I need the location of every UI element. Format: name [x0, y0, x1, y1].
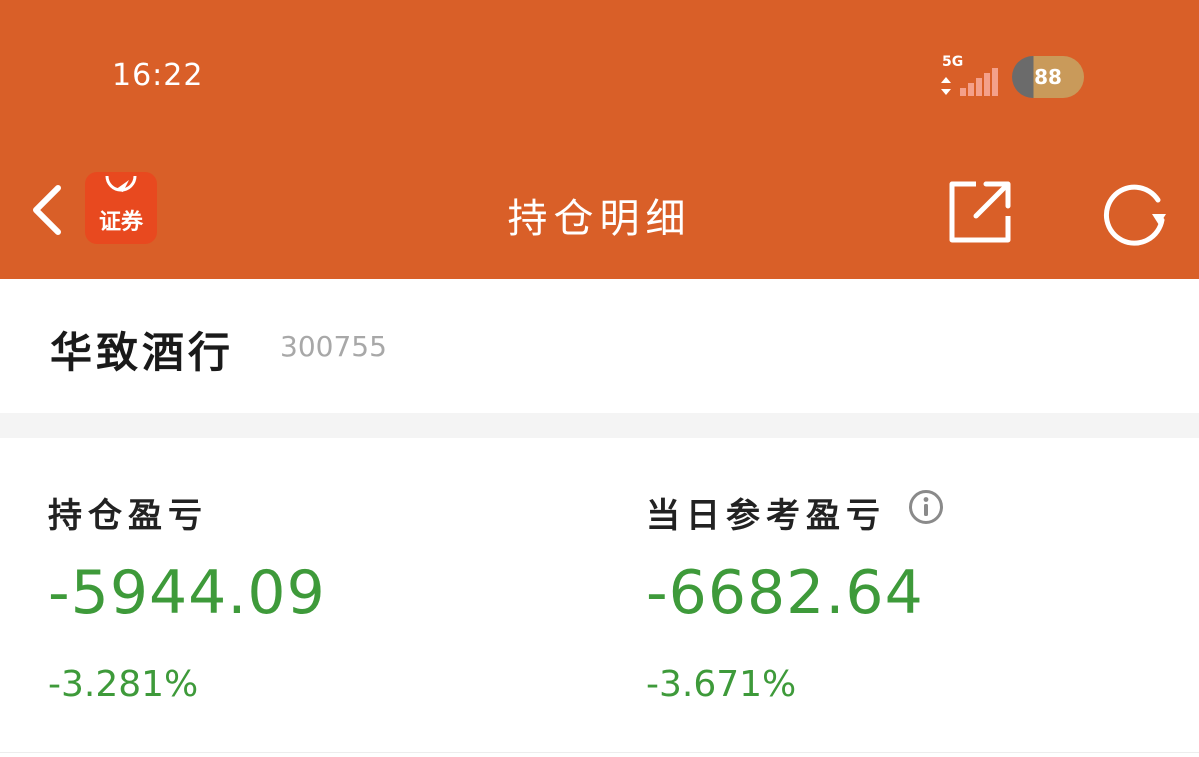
status-time: 16:22 — [112, 58, 204, 93]
data-arrows-icon — [941, 77, 951, 95]
section-divider — [0, 413, 1199, 438]
app-header: 16:22 5G 88 证券 持仓明细 — [0, 0, 1199, 279]
info-icon[interactable] — [908, 489, 944, 525]
holding-pl-value: -5944.09 — [48, 558, 326, 628]
daily-pl-value: -6682.64 — [646, 558, 924, 628]
holding-pl-label: 持仓盈亏 — [48, 496, 208, 536]
holding-pl-percent: -3.281% — [48, 664, 199, 705]
bottom-divider — [0, 752, 1199, 753]
stock-info-row: 华致酒行 300755 — [0, 279, 1199, 413]
daily-pl-percent: -3.671% — [646, 664, 797, 705]
signal-icon — [960, 68, 998, 96]
share-icon[interactable] — [946, 178, 1014, 246]
stock-name: 华致酒行 — [50, 328, 235, 377]
battery-level: 88 — [1034, 65, 1062, 89]
page-title: 持仓明细 — [507, 196, 692, 242]
refresh-icon[interactable] — [1096, 178, 1172, 248]
daily-pl-label: 当日参考盈亏 — [646, 496, 886, 536]
stock-code: 300755 — [280, 330, 387, 363]
battery-icon: 88 — [1012, 56, 1084, 98]
network-indicator: 5G — [940, 54, 1000, 98]
pl-summary: 持仓盈亏 -5944.09 -3.281% 当日参考盈亏 -6682.64 -3… — [0, 438, 1199, 757]
